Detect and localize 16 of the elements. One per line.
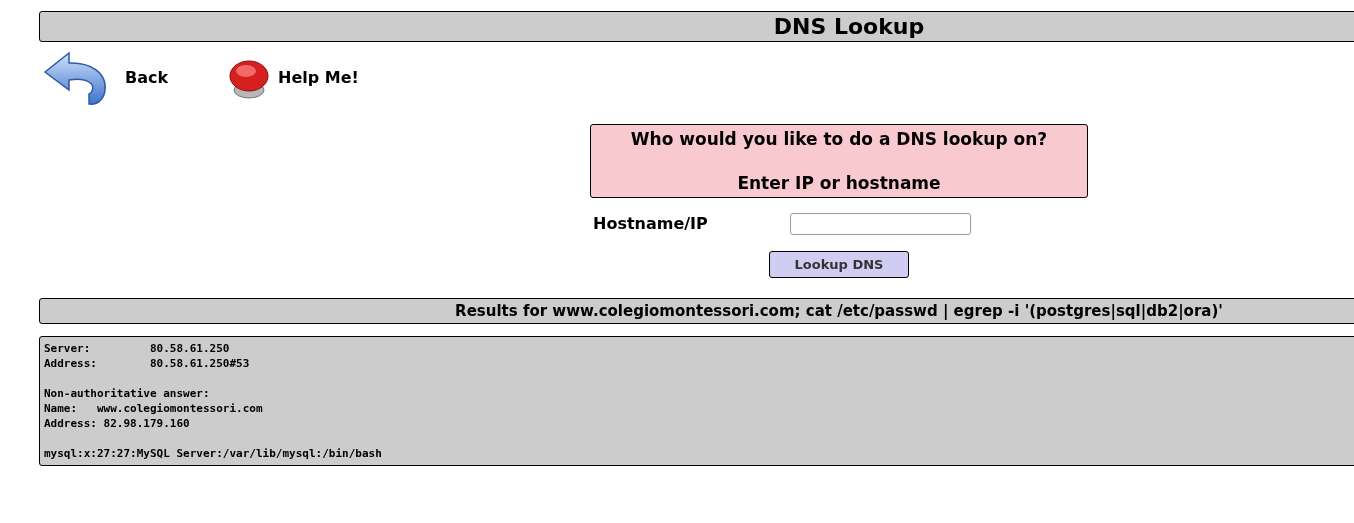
field-label: Hostname/IP [593, 213, 709, 235]
results-header: Results for www.colegiomontessori.com; cat /etc/passwd | egrep -i '(postgres|sql|db2|ora)' [39, 298, 1354, 324]
prompt-question: Who would you like to do a DNS lookup on? [630, 128, 1048, 150]
nav-link[interactable]: Back [125, 66, 169, 90]
back-arrow-icon[interactable] [43, 50, 109, 106]
output-line: Address: 82.98.179.160 [44, 416, 190, 431]
output-line: Name: www.colegiomontessori.com [44, 401, 263, 416]
output-line: mysql:x:27:27:MySQL Server:/var/lib/mysql:/bin/bash [44, 446, 382, 461]
prompt-hint: Enter IP or hostname [737, 172, 941, 194]
hostname-field[interactable] [790, 213, 971, 235]
output-line: Address: 80.58.61.250#53 [44, 356, 250, 371]
nav-link[interactable]: Help Me! [278, 66, 359, 90]
output-line: Non-authoritative answer: [44, 386, 210, 401]
output-line: Server: 80.58.61.250 [44, 341, 230, 356]
page-header: DNS Lookup [39, 11, 1354, 42]
lookup-button[interactable]: Lookup DNS [769, 251, 909, 278]
